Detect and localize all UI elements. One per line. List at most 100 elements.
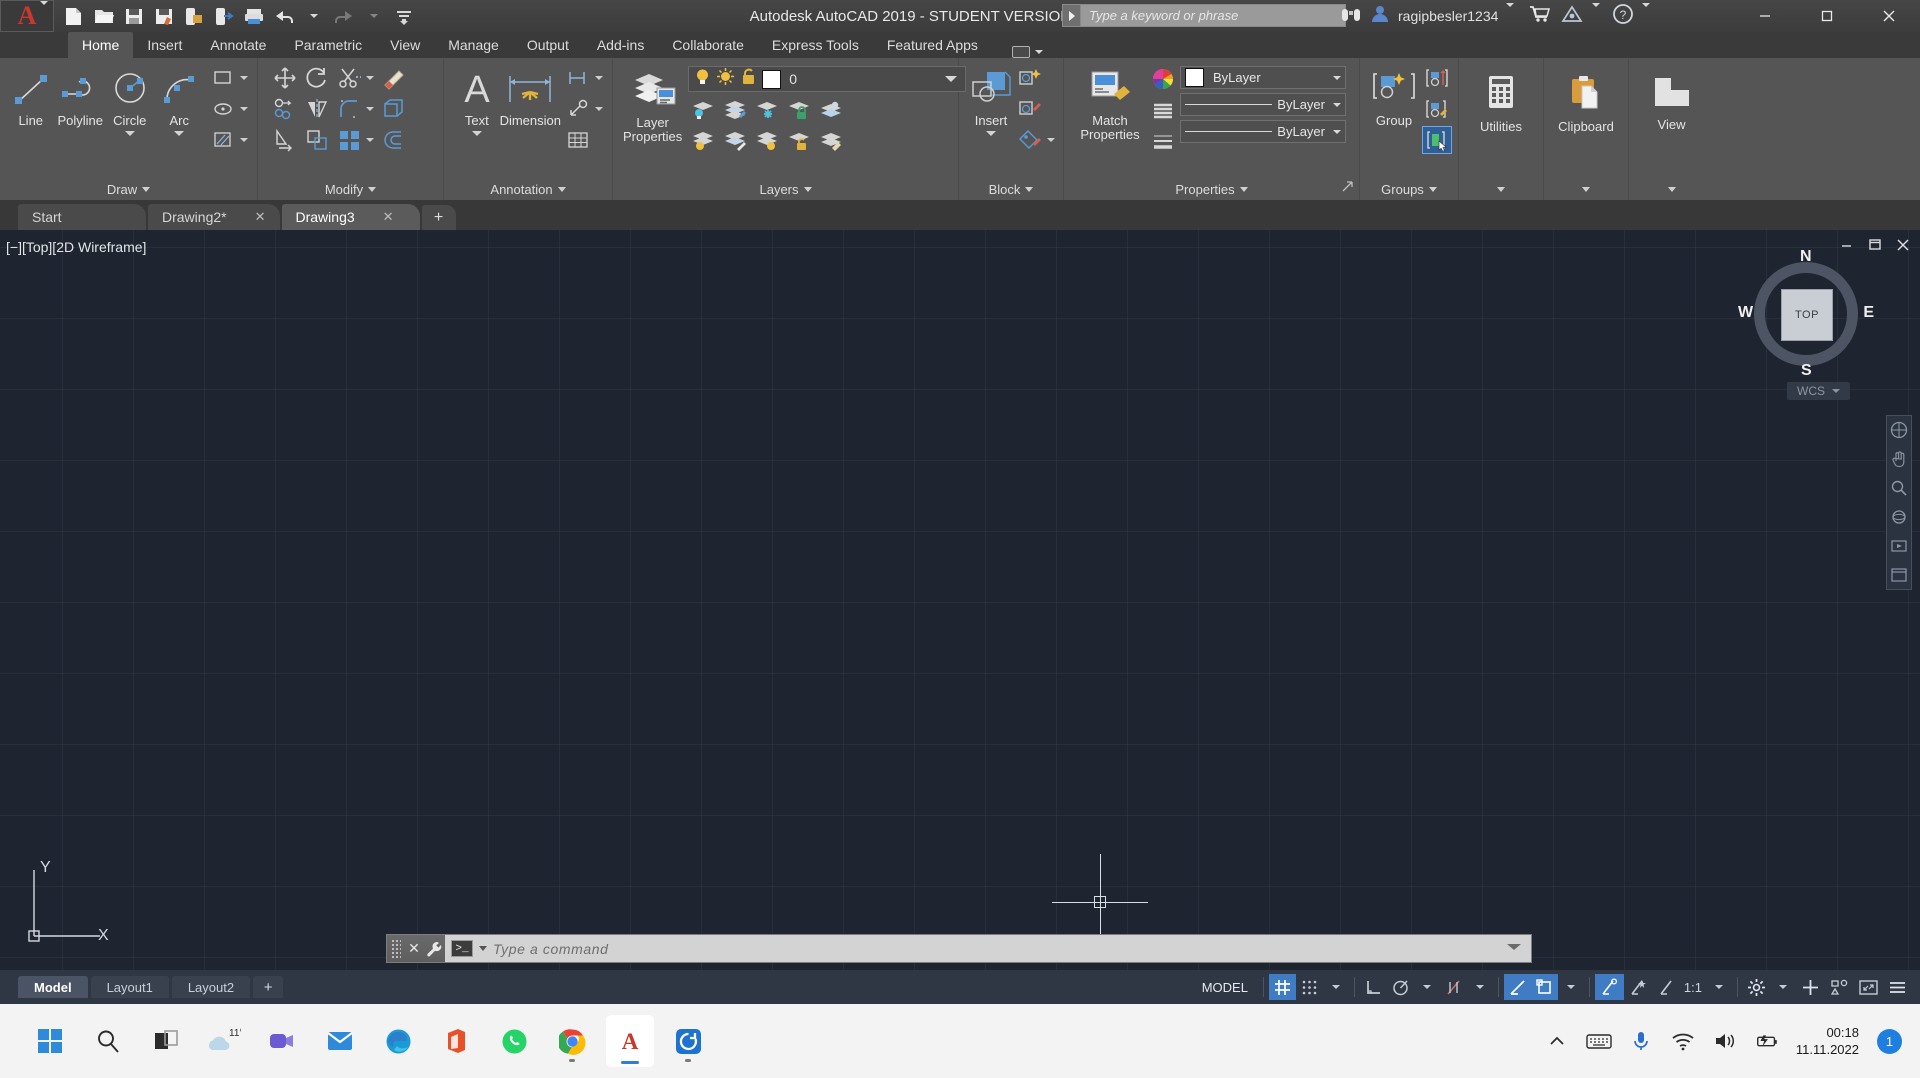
office-icon[interactable] <box>432 1015 480 1067</box>
object-snap-toggle[interactable] <box>1530 974 1558 1000</box>
show-hidden-icons-chevron[interactable] <box>1544 1028 1570 1054</box>
new-tab-button[interactable]: + <box>421 205 456 230</box>
customize-qat-icon[interactable] <box>390 3 418 29</box>
save-to-web-icon[interactable] <box>210 3 238 29</box>
color-wheel-icon[interactable] <box>1152 68 1174 95</box>
viewcube-west-label[interactable]: W <box>1738 304 1753 322</box>
notification-badge[interactable]: 1 <box>1877 1028 1902 1054</box>
chevron-down-icon[interactable] <box>1667 186 1676 192</box>
plot-icon[interactable] <box>240 3 268 29</box>
undo-icon[interactable] <box>270 3 298 29</box>
unlock-icon[interactable] <box>739 67 758 91</box>
rectangle-icon[interactable] <box>208 64 238 92</box>
search-dropdown-icon[interactable] <box>1062 4 1080 27</box>
hatch-icon[interactable] <box>208 126 238 154</box>
panel-properties-title[interactable]: Properties <box>1064 178 1359 200</box>
panel-modify-title[interactable]: Modify <box>258 178 443 200</box>
start-button[interactable] <box>26 1015 74 1067</box>
redo-icon[interactable] <box>330 3 358 29</box>
file-tab-start[interactable]: Start <box>18 204 146 230</box>
panel-utilities-title[interactable] <box>1459 178 1543 200</box>
snap-dropdown-icon[interactable] <box>1323 974 1349 1000</box>
object-snap-tracking-toggle[interactable] <box>1503 974 1531 1000</box>
stretch-icon[interactable] <box>270 126 300 154</box>
command-input[interactable]: >_ Type a command <box>445 935 1531 962</box>
file-tab-drawing2[interactable]: Drawing2* ✕ <box>148 204 280 230</box>
chevron-down-icon[interactable] <box>595 76 603 80</box>
redo-dropdown-icon[interactable] <box>360 3 388 29</box>
layer-properties-button[interactable]: Layer Properties <box>623 64 682 144</box>
chevron-down-icon[interactable] <box>1497 186 1505 192</box>
match-properties-button[interactable]: Match Properties <box>1072 64 1148 142</box>
save-icon[interactable] <box>120 3 148 29</box>
lineweight-icon[interactable] <box>1152 132 1174 157</box>
create-block-icon[interactable] <box>1015 64 1045 92</box>
chevron-down-icon[interactable] <box>240 107 248 111</box>
scale-icon[interactable] <box>302 126 332 154</box>
panel-block-title[interactable]: Block <box>959 178 1063 200</box>
ortho-mode-toggle[interactable] <box>1360 974 1387 1000</box>
layout-tab-model[interactable]: Model <box>18 976 88 998</box>
ribbon-tab-collaborate[interactable]: Collaborate <box>658 32 758 58</box>
explode-icon[interactable] <box>379 95 409 123</box>
mail-icon[interactable] <box>316 1015 364 1067</box>
ribbon-tab-featured-apps[interactable]: Featured Apps <box>873 32 992 58</box>
dimension-style-icon[interactable] <box>563 64 593 92</box>
offset-icon[interactable] <box>379 126 409 154</box>
ribbon-tab-add-ins[interactable]: Add-ins <box>583 32 658 58</box>
customization-dropdown-icon[interactable] <box>1770 974 1796 1000</box>
group-selection-on-off-icon[interactable] <box>1422 126 1452 154</box>
pan-icon[interactable] <box>1889 449 1909 469</box>
wcs-selector[interactable]: WCS <box>1787 382 1850 400</box>
close-icon[interactable]: ✕ <box>383 209 394 225</box>
layer-off-icon[interactable] <box>688 127 718 155</box>
chevron-down-icon[interactable] <box>1506 3 1515 25</box>
ungroup-icon[interactable] <box>1422 64 1452 92</box>
draw-polyline-button[interactable]: Polyline <box>56 64 106 128</box>
help-icon[interactable]: ? <box>1612 3 1634 30</box>
group-button[interactable]: Group <box>1366 64 1422 128</box>
transparency-toggle[interactable] <box>1624 974 1653 1000</box>
view-cube[interactable]: TOP N S E W <box>1738 248 1874 379</box>
chevron-down-icon[interactable] <box>366 138 374 142</box>
chevron-down-icon[interactable] <box>1582 186 1590 192</box>
erase-icon[interactable] <box>379 64 409 92</box>
chevron-down-icon[interactable] <box>40 1 48 23</box>
autocad-icon[interactable]: A <box>606 1015 654 1067</box>
save-as-icon[interactable] <box>150 3 178 29</box>
chevron-down-icon[interactable] <box>1333 102 1341 107</box>
wifi-icon[interactable] <box>1670 1028 1696 1054</box>
autodesk-app-manager-icon[interactable] <box>1560 4 1584 29</box>
panel-annotation-title[interactable]: Annotation <box>444 178 612 200</box>
panel-clipboard-title[interactable] <box>1544 178 1628 200</box>
leader-icon[interactable] <box>563 95 593 123</box>
microphone-icon[interactable] <box>1628 1028 1654 1054</box>
layer-unisolate-icon[interactable] <box>720 96 750 124</box>
layer-freeze-icon[interactable] <box>752 96 782 124</box>
panel-draw-title[interactable]: Draw <box>0 178 257 200</box>
file-tab-drawing3[interactable]: Drawing3 ✕ <box>281 204 420 230</box>
teams-icon[interactable] <box>258 1015 306 1067</box>
maximize-viewport-icon[interactable] <box>1868 238 1882 255</box>
clock[interactable]: 00:18 11.11.2022 <box>1796 1024 1861 1058</box>
layer-unlock-icon[interactable] <box>784 127 814 155</box>
view-button[interactable]: View <box>1636 70 1708 132</box>
chevron-down-icon[interactable] <box>366 107 374 111</box>
chevron-down-icon[interactable] <box>1642 3 1651 25</box>
sun-freeze-icon[interactable] <box>716 67 735 91</box>
edge-icon[interactable] <box>374 1015 422 1067</box>
panel-groups-title[interactable]: Groups <box>1360 178 1458 200</box>
new-layout-button[interactable]: + <box>253 976 284 998</box>
whatsapp-icon[interactable] <box>490 1015 538 1067</box>
drag-grip-icon[interactable] <box>391 938 401 959</box>
chrome-icon[interactable] <box>548 1015 596 1067</box>
move-icon[interactable] <box>270 64 300 92</box>
volume-icon[interactable] <box>1712 1028 1738 1054</box>
chevron-down-icon[interactable] <box>595 107 603 111</box>
array-icon[interactable] <box>334 126 364 154</box>
grid-display-toggle[interactable] <box>1268 974 1296 1000</box>
model-space-label[interactable]: MODEL <box>1192 980 1258 995</box>
full-navigation-wheel-icon[interactable] <box>1889 420 1909 440</box>
search-icon[interactable] <box>84 1015 132 1067</box>
annotation-text-button[interactable]: A Text <box>454 64 500 136</box>
